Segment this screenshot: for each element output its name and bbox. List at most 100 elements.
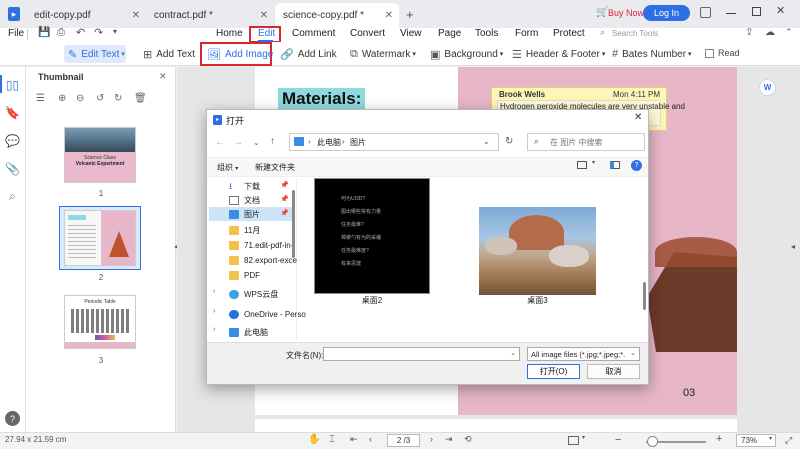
add-link-button[interactable]: 🔗 Add Link	[280, 45, 337, 63]
cart-icon[interactable]: 🛒	[596, 8, 608, 18]
file-item-desktop3[interactable]: 桌面3	[479, 207, 597, 305]
rotate-icon[interactable]: ⟲	[464, 435, 472, 444]
zoom-in-icon[interactable]: ⊕	[58, 94, 66, 104]
zoom-slider-handle[interactable]	[647, 436, 658, 447]
tree-item-onedrive[interactable]: OneDrive - Perso	[229, 308, 306, 320]
add-text-button[interactable]: ⊞ Add Text	[143, 45, 195, 63]
right-panel-expand-icon[interactable]: ◂	[791, 243, 795, 251]
zoom-in-button[interactable]: +	[716, 434, 722, 445]
file-list-scrollbar[interactable]	[643, 282, 646, 310]
filename-input[interactable]: ⌄	[323, 347, 520, 361]
comment-icon[interactable]: 💬	[5, 133, 20, 148]
redo-icon[interactable]: ↷	[94, 28, 103, 39]
chevron-down-icon[interactable]: ⌄	[253, 139, 260, 147]
rotate-left-icon[interactable]: ↺	[96, 94, 104, 104]
attachment-icon[interactable]: 📎	[5, 161, 20, 176]
bookmark-icon[interactable]: 🔖	[5, 105, 20, 120]
expand-icon[interactable]: ›	[213, 308, 215, 315]
close-icon[interactable]: ✕	[260, 10, 268, 21]
preview-pane-icon[interactable]	[610, 161, 620, 169]
menu-tools[interactable]: Tools	[475, 28, 498, 39]
menu-comment[interactable]: Comment	[292, 28, 335, 39]
menu-file[interactable]: File	[8, 28, 24, 39]
chevron-down-icon[interactable]: ▾	[582, 435, 585, 441]
cancel-button[interactable]: 取消	[587, 364, 640, 379]
pin-icon[interactable]: 📌	[280, 209, 289, 217]
first-page-icon[interactable]: ⇤	[350, 435, 358, 444]
tree-item-folder[interactable]: 82.export-exce	[229, 254, 297, 266]
close-window-icon[interactable]: ✕	[776, 6, 785, 17]
last-page-icon[interactable]: ⇥	[445, 435, 453, 444]
chevron-down-icon[interactable]: ▾	[592, 160, 595, 166]
delete-icon[interactable]: 🗑	[134, 94, 147, 104]
prev-page-icon[interactable]: ‹	[369, 435, 372, 444]
thumbnail-page-2[interactable]	[64, 210, 136, 266]
menu-view[interactable]: View	[400, 28, 422, 39]
tree-item-downloads[interactable]: ⭳ 下载	[229, 180, 260, 192]
open-button[interactable]: 打开(O)	[527, 364, 580, 379]
save-icon[interactable]: 💾	[38, 28, 50, 38]
collapse-icon[interactable]: ⌃	[785, 28, 793, 37]
new-folder-button[interactable]: 新建文件夹	[255, 162, 295, 173]
pin-icon[interactable]: 📌	[280, 195, 289, 203]
background-button[interactable]: ▣ Background ▾	[430, 45, 503, 63]
pin-icon[interactable]: 📌	[280, 181, 289, 189]
tree-item-wps-cloud[interactable]: WPS云盘	[229, 288, 278, 300]
upload-icon[interactable]: ⇪	[745, 28, 753, 38]
new-tab-button[interactable]: +	[406, 7, 414, 22]
zoom-out-icon[interactable]: ⊖	[76, 94, 84, 104]
cloud-sync-icon[interactable]: ☁	[765, 28, 775, 38]
select-tool-icon[interactable]: ⌶	[329, 435, 335, 445]
close-icon[interactable]: ✕	[634, 113, 642, 123]
rotate-right-icon[interactable]: ↻	[114, 94, 122, 104]
expand-icon[interactable]: ›	[213, 326, 215, 333]
file-item-desktop2[interactable]: 何为UI3D? 图出哪些常有力量 任务最难? 棉被勺有为的采编 任务最难度? 有…	[314, 178, 432, 305]
buy-now-link[interactable]: Buy Now	[608, 8, 644, 18]
window-icon[interactable]	[700, 7, 711, 18]
tab-contract[interactable]: contract.pdf * ✕	[146, 3, 274, 28]
chevron-down-icon[interactable]: ⌄	[510, 349, 516, 357]
up-folder-icon[interactable]: ↑	[270, 137, 275, 147]
tree-item-folder[interactable]: PDF	[229, 269, 260, 281]
breadcrumb-this-pc[interactable]: 此电脑	[317, 137, 341, 148]
bates-number-button[interactable]: # Bates Number ▾	[612, 45, 692, 63]
edit-text-button[interactable]: ✎ Edit Text ▾	[64, 45, 126, 63]
menu-home[interactable]: Home	[216, 28, 243, 39]
undo-icon[interactable]: ↶	[76, 28, 85, 39]
hand-tool-icon[interactable]: ✋	[308, 435, 320, 445]
close-icon[interactable]: ✕	[385, 10, 393, 21]
menu-convert[interactable]: Convert	[350, 28, 385, 39]
forward-icon[interactable]: →	[233, 138, 243, 148]
tree-item-pictures[interactable]: 图片	[229, 208, 260, 220]
back-icon[interactable]: ←	[215, 138, 225, 148]
expand-icon[interactable]: ›	[213, 288, 215, 295]
thumbnail-icon[interactable]: ▯▯	[5, 77, 20, 92]
refresh-icon[interactable]: ↻	[505, 137, 513, 147]
close-icon[interactable]: ✕	[159, 72, 167, 81]
tree-item-folder[interactable]: 11月	[229, 224, 260, 236]
breadcrumb-pictures[interactable]: 图片	[350, 137, 366, 148]
tab-science-copy[interactable]: science-copy.pdf * ✕	[275, 3, 399, 28]
page-indicator[interactable]: 2 /3	[387, 434, 420, 447]
tree-item-this-pc[interactable]: 此电脑	[229, 326, 268, 338]
convert-to-word-icon[interactable]: W	[759, 79, 776, 96]
add-image-button[interactable]: 🖼 Add Image	[207, 45, 273, 63]
address-bar[interactable]: › 此电脑 › 图片 ⌄	[289, 133, 499, 151]
zoom-select[interactable]: 73% ▾	[736, 434, 776, 447]
fit-page-icon[interactable]	[568, 436, 579, 445]
maximize-icon[interactable]	[752, 7, 761, 16]
tab-edit-copy[interactable]: edit-copy.pdf ✕	[26, 3, 146, 28]
menu-page[interactable]: Page	[438, 28, 461, 39]
tree-item-folder[interactable]: 71.edit-pdf-in-	[229, 239, 293, 251]
search-icon[interactable]: ⌕	[5, 189, 20, 204]
read-checkbox[interactable]	[705, 49, 714, 58]
menu-icon[interactable]: ☰	[36, 94, 45, 104]
print-icon[interactable]: ⎙	[57, 28, 65, 38]
zoom-out-button[interactable]: −	[615, 435, 621, 446]
menu-protect[interactable]: Protect	[553, 28, 585, 39]
filetype-select[interactable]: All image files (*.jpg;*.jpeg;*. ⌄	[527, 347, 640, 361]
dialog-search-input[interactable]: ⌕ 在 图片 中搜索	[527, 133, 645, 151]
help-icon[interactable]: ?	[5, 411, 20, 426]
minimize-icon[interactable]	[726, 13, 736, 14]
tree-item-documents[interactable]: 文档	[229, 194, 260, 206]
